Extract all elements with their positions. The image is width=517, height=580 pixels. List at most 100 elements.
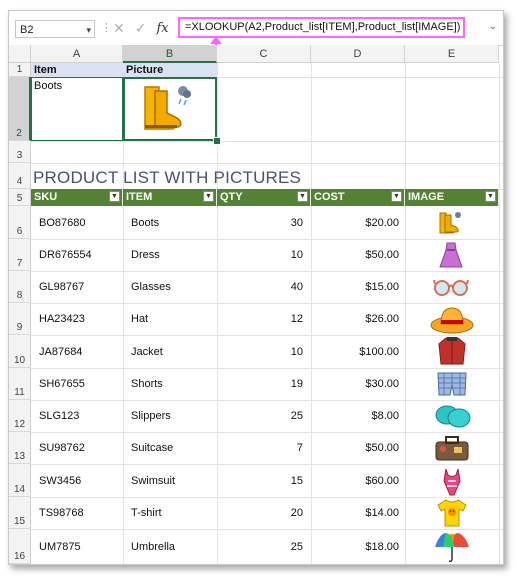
item-cell[interactable]: Glasses [131, 281, 211, 293]
cost-cell[interactable]: $50.00 [315, 249, 399, 261]
column-header-a[interactable]: A [31, 45, 123, 63]
row-header-11[interactable]: 11 [9, 368, 31, 400]
sku-cell[interactable]: SLG123 [39, 410, 119, 422]
qty-cell[interactable]: 25 [221, 410, 303, 422]
hat-icon[interactable] [430, 305, 474, 335]
dress-icon[interactable] [439, 241, 463, 269]
column-header-b[interactable]: B [123, 45, 217, 63]
sku-cell[interactable]: UM7875 [39, 541, 119, 553]
row-header-7[interactable]: 7 [9, 239, 31, 271]
expand-formula-bar-icon[interactable]: ⌄ [489, 21, 497, 32]
item-cell[interactable]: Jacket [131, 346, 211, 358]
sku-cell[interactable]: TS98768 [39, 507, 119, 519]
boots-icon[interactable] [437, 210, 463, 236]
formula-input[interactable]: =XLOOKUP(A2,Product_list[ITEM],Product_l… [178, 17, 465, 38]
qty-cell[interactable]: 15 [221, 475, 303, 487]
row-header-4[interactable]: 4 [9, 163, 31, 189]
qty-cell[interactable]: 10 [221, 346, 303, 358]
sku-cell[interactable]: SW3456 [39, 475, 119, 487]
table-header-item[interactable]: ITEM ▼ [123, 189, 217, 206]
item-cell[interactable]: Hat [131, 313, 211, 325]
cost-cell[interactable]: $26.00 [315, 313, 399, 325]
qty-cell[interactable]: 30 [221, 217, 303, 229]
table-header-sku[interactable]: SKU ▼ [31, 189, 123, 206]
column-header-e[interactable]: E [405, 45, 499, 63]
row-header-8[interactable]: 8 [9, 271, 31, 303]
lookup-picture-header[interactable]: Picture [123, 63, 217, 77]
sku-cell[interactable]: DR676554 [39, 249, 119, 261]
swimsuit-icon[interactable] [442, 467, 462, 497]
cost-cell[interactable]: $8.00 [315, 410, 399, 422]
row-header-6[interactable]: 6 [9, 206, 31, 239]
tshirt-icon[interactable] [437, 498, 467, 528]
cost-cell[interactable]: $30.00 [315, 378, 399, 390]
row-header-1[interactable]: 1 [9, 63, 31, 77]
shorts-icon[interactable] [436, 371, 468, 397]
filter-dropdown-icon[interactable]: ▼ [109, 191, 120, 202]
sku-cell[interactable]: BO87680 [39, 217, 119, 229]
sku-cell[interactable]: SH67655 [39, 378, 119, 390]
item-cell[interactable]: Swimsuit [131, 475, 211, 487]
column-header-d[interactable]: D [311, 45, 405, 63]
row-header-10[interactable]: 10 [9, 335, 31, 368]
row-header-9[interactable]: 9 [9, 303, 31, 335]
lookup-item-header[interactable]: Item [31, 63, 123, 77]
jacket-icon[interactable] [438, 336, 466, 366]
sku-cell[interactable]: JA87684 [39, 346, 119, 358]
sku-cell[interactable]: HA23423 [39, 313, 119, 325]
header-label: ITEM [126, 191, 153, 203]
glasses-icon[interactable] [433, 275, 469, 299]
row-header-14[interactable]: 14 [9, 464, 31, 497]
fill-handle[interactable] [213, 137, 221, 145]
column-header-c[interactable]: C [217, 45, 311, 63]
cost-cell[interactable]: $18.00 [315, 541, 399, 553]
table-header-cost[interactable]: COST ▼ [311, 189, 405, 206]
qty-cell[interactable]: 40 [221, 281, 303, 293]
item-cell[interactable]: Slippers [131, 410, 211, 422]
lookup-item-value[interactable]: Boots [34, 80, 62, 92]
qty-cell[interactable]: 12 [221, 313, 303, 325]
sku-cell[interactable]: SU98762 [39, 442, 119, 454]
item-cell[interactable]: Umbrella [131, 541, 211, 553]
row-header-12[interactable]: 12 [9, 400, 31, 432]
name-box[interactable]: B2 ▾ [15, 20, 95, 38]
filter-dropdown-icon[interactable]: ▼ [485, 191, 496, 202]
chevron-down-icon[interactable]: ▾ [86, 21, 91, 39]
cost-cell[interactable]: $15.00 [315, 281, 399, 293]
cost-cell[interactable]: $20.00 [315, 217, 399, 229]
qty-cell[interactable]: 7 [221, 442, 303, 454]
sku-cell[interactable]: GL98767 [39, 281, 119, 293]
cost-cell[interactable]: $50.00 [315, 442, 399, 454]
qty-cell[interactable]: 10 [221, 249, 303, 261]
select-all-corner[interactable] [9, 45, 31, 63]
qty-cell[interactable]: 19 [221, 378, 303, 390]
cost-cell[interactable]: $100.00 [315, 346, 399, 358]
filter-dropdown-icon[interactable]: ▼ [391, 191, 402, 202]
table-header-qty[interactable]: QTY ▼ [217, 189, 311, 206]
row-header-5[interactable]: 5 [9, 189, 31, 206]
qty-cell[interactable]: 20 [221, 507, 303, 519]
row-header-16[interactable]: 16 [9, 529, 31, 564]
row-header-13[interactable]: 13 [9, 432, 31, 464]
check-icon[interactable]: ✓ [135, 20, 147, 37]
item-cell[interactable]: Boots [131, 217, 211, 229]
item-cell[interactable]: Suitcase [131, 442, 211, 454]
row-header-3[interactable]: 3 [9, 141, 31, 163]
umbrella-icon[interactable] [433, 531, 471, 563]
insert-function-icon[interactable]: fx [156, 21, 168, 36]
suitcase-icon[interactable] [433, 435, 471, 463]
row-header-2[interactable]: 2 [9, 77, 31, 141]
qty-cell[interactable]: 25 [221, 541, 303, 553]
item-cell[interactable]: Shorts [131, 378, 211, 390]
table-header-image[interactable]: IMAGE ▼ [405, 189, 499, 206]
item-cell[interactable]: T-shirt [131, 507, 211, 519]
item-cell[interactable]: Dress [131, 249, 211, 261]
filter-dropdown-icon[interactable]: ▼ [297, 191, 308, 202]
row-header-15[interactable]: 15 [9, 497, 31, 529]
row-number: 12 [13, 419, 26, 430]
slippers-icon[interactable] [434, 402, 472, 430]
cost-cell[interactable]: $14.00 [315, 507, 399, 519]
filter-dropdown-icon[interactable]: ▼ [203, 191, 214, 202]
cost-cell[interactable]: $60.00 [315, 475, 399, 487]
x-icon[interactable]: ✕ [113, 20, 125, 37]
